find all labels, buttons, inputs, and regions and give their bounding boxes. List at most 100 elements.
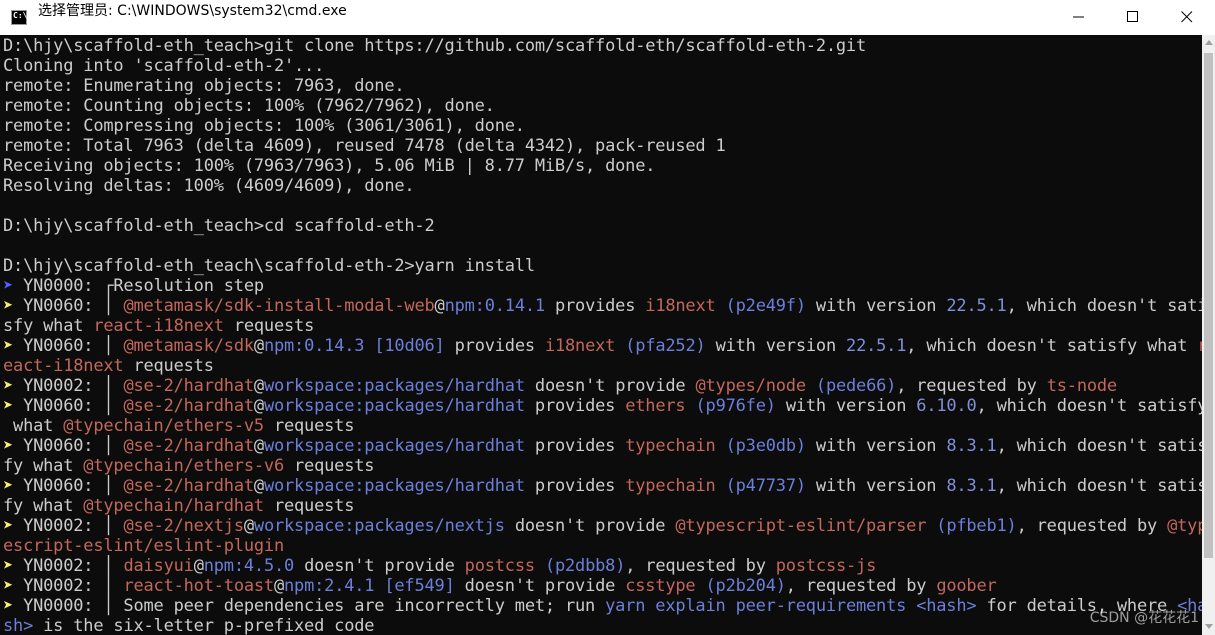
terminal-text-segment: , which doesn't satisfy — [976, 396, 1203, 416]
terminal-text-segment: 22.5.1 — [846, 336, 907, 356]
minimize-button[interactable] — [1056, 0, 1102, 35]
terminal-line: D:\hjy\scaffold-eth_teach>git clone http… — [3, 36, 1202, 56]
terminal-line: remote: Counting objects: 100% (7962/796… — [3, 96, 1202, 116]
terminal-text-segment: , requested by — [896, 376, 1047, 396]
minimize-icon — [1073, 16, 1084, 18]
terminal-text-segment: eact-i18next — [3, 356, 124, 376]
terminal-text-segment: YN0060: │ — [23, 436, 124, 456]
terminal-text-segment: remote: Total 7963 (delta 4609), reused … — [3, 136, 726, 156]
terminal-text-segment: is the six-letter p-prefixed code — [33, 616, 375, 635]
terminal-text-segment: ➤ — [3, 476, 24, 496]
scroll-up-arrow-icon[interactable] — [1205, 40, 1213, 45]
cmd-icon: C:\ — [11, 10, 27, 25]
terminal-text-segment: YN0002: │ — [23, 576, 124, 596]
terminal-line: ➤ YN0002: │ daisyui@npm:4.5.0 doesn't pr… — [3, 556, 1202, 576]
terminal-text-segment: workspace:packages/nextjs — [253, 516, 505, 536]
terminal-text-segment: (p2e49f) — [725, 296, 806, 316]
terminal-text-segment: @se-2/hardhat — [123, 476, 254, 496]
terminal-text-segment: i18next — [544, 336, 616, 356]
terminal-text-segment: (pfbeb1) — [936, 516, 1017, 536]
terminal-text-segment: @types/node — [695, 376, 806, 396]
terminal-text-segment: react-hot-toast — [123, 576, 274, 596]
terminal-text-segment: workspace:packages/hardhat — [263, 396, 525, 416]
terminal-text-segment: @se-2/hardhat — [123, 396, 254, 416]
terminal-line: D:\hjy\scaffold-eth_teach>cd scaffold-et… — [3, 216, 1202, 236]
terminal-line: sfy what react-i18next requests — [3, 316, 1202, 336]
terminal-text-segment: , which doesn't satis — [996, 476, 1202, 496]
terminal-text-segment: ➤ — [3, 376, 24, 396]
terminal-text-segment: requests — [123, 356, 214, 376]
terminal-text-segment: , requested by — [1016, 516, 1168, 536]
terminal-line: what @typechain/ethers-v5 requests — [3, 416, 1202, 436]
terminal-text-segment: requests — [263, 496, 355, 516]
terminal-text-segment: doesn't provide — [294, 556, 465, 576]
terminal-text-segment: @ — [253, 436, 264, 456]
terminal-text-segment: @se-2/nextjs — [123, 516, 244, 536]
terminal-text-segment: @ — [273, 576, 285, 596]
terminal-text-segment: @ — [253, 376, 264, 396]
terminal-text-segment: Receiving objects: 100% (7963/7963), 5.0… — [3, 156, 656, 176]
terminal-text-segment: @typechain/ethers-v5 — [63, 416, 264, 436]
terminal-text-segment: with version — [705, 336, 847, 356]
terminal-text-segment: remote: Compressing objects: 100% (3061/… — [3, 116, 525, 136]
terminal-text-segment: @ — [434, 296, 445, 316]
terminal-text-segment: , requested by — [785, 576, 937, 596]
terminal-line: ➤ YN0000: ┌Resolution step — [3, 276, 1202, 296]
terminal-line: remote: Total 7963 (delta 4609), reused … — [3, 136, 1202, 156]
terminal-text-segment: provides — [524, 476, 626, 496]
terminal-text-segment: ➤ — [3, 596, 24, 616]
terminal-text-segment: @ — [243, 516, 254, 536]
terminal-text-segment: YN0002: │ — [23, 376, 124, 396]
terminal-text-segment: ts-node — [1046, 376, 1117, 396]
terminal-text-segment: ➤ — [3, 336, 24, 356]
terminal-text-segment: with version — [775, 396, 917, 416]
close-icon — [1181, 11, 1193, 23]
terminal-text-segment: @metamask/sdk — [123, 336, 254, 356]
console-area[interactable]: D:\hjy\scaffold-eth_teach>git clone http… — [0, 35, 1202, 635]
terminal-text-segment: provides — [544, 296, 646, 316]
terminal-line: fy what @typechain/ethers-v6 requests — [3, 456, 1202, 476]
terminal-text-segment: @typechain/ethers-v6 — [83, 456, 284, 476]
terminal-text-segment: ➤ — [3, 396, 24, 416]
terminal-line: ➤ YN0060: │ @se-2/hardhat@workspace:pack… — [3, 436, 1202, 456]
terminal-line: Receiving objects: 100% (7963/7963), 5.0… — [3, 156, 1202, 176]
terminal-text-segment: provides — [524, 396, 626, 416]
terminal-text-segment: typechain — [625, 436, 716, 456]
terminal-text-segment: npm:2.4.1 [ef549] — [284, 576, 455, 596]
terminal-text-segment: Resolving deltas: 100% (4609/4609), done… — [3, 176, 415, 196]
scroll-down-arrow-icon[interactable] — [1205, 624, 1213, 629]
terminal-text-segment: @ — [193, 556, 204, 576]
terminal-line: ➤ YN0000: │ Some peer dependencies are i… — [3, 596, 1202, 616]
terminal-text-segment: (pede66) — [815, 376, 897, 396]
terminal-text-segment: D:\hjy\scaffold-eth_teach>cd scaffold-et… — [3, 216, 435, 236]
terminal-text-segment: fy what — [3, 456, 84, 476]
terminal-text-segment: remote: Enumerating objects: 7963, done. — [3, 76, 405, 96]
terminal-line: ➤ YN0002: │ @se-2/nextjs@workspace:packa… — [3, 516, 1202, 536]
terminal-line: ➤ YN0060: │ @se-2/hardhat@workspace:pack… — [3, 476, 1202, 496]
terminal-line: eact-i18next requests — [3, 356, 1202, 376]
terminal-text-segment: @typ — [1167, 516, 1202, 536]
terminal-text-segment: ➤ — [3, 576, 24, 596]
maximize-button[interactable] — [1110, 0, 1156, 35]
terminal-line: remote: Compressing objects: 100% (3061/… — [3, 116, 1202, 136]
terminal-text-segment: doesn't provide — [504, 516, 676, 536]
terminal-text-segment: requests — [263, 416, 355, 436]
terminal-text-segment: 8.3.1 — [946, 476, 997, 496]
terminal-text-segment: workspace:packages/hardhat — [263, 476, 525, 496]
terminal-line: Cloning into 'scaffold-eth-2'... — [3, 56, 1202, 76]
terminal-text-segment: , which doesn't satis — [996, 436, 1202, 456]
terminal-line: fy what @typechain/hardhat requests — [3, 496, 1202, 516]
terminal-text-segment: doesn't provide — [454, 576, 626, 596]
terminal-text-segment: provides — [524, 436, 626, 456]
close-button[interactable] — [1164, 0, 1210, 35]
terminal-text-segment: fy what — [3, 496, 84, 516]
vertical-scrollbar[interactable] — [1202, 35, 1215, 635]
terminal-line: ➤ YN0002: │ react-hot-toast@npm:2.4.1 [e… — [3, 576, 1202, 596]
title-bar[interactable]: C:\ 选择管理员: C:\WINDOWS\system32\cmd.exe — [0, 0, 1215, 35]
terminal-text-segment: goober — [936, 576, 997, 596]
scrollbar-thumb[interactable] — [1204, 53, 1213, 558]
